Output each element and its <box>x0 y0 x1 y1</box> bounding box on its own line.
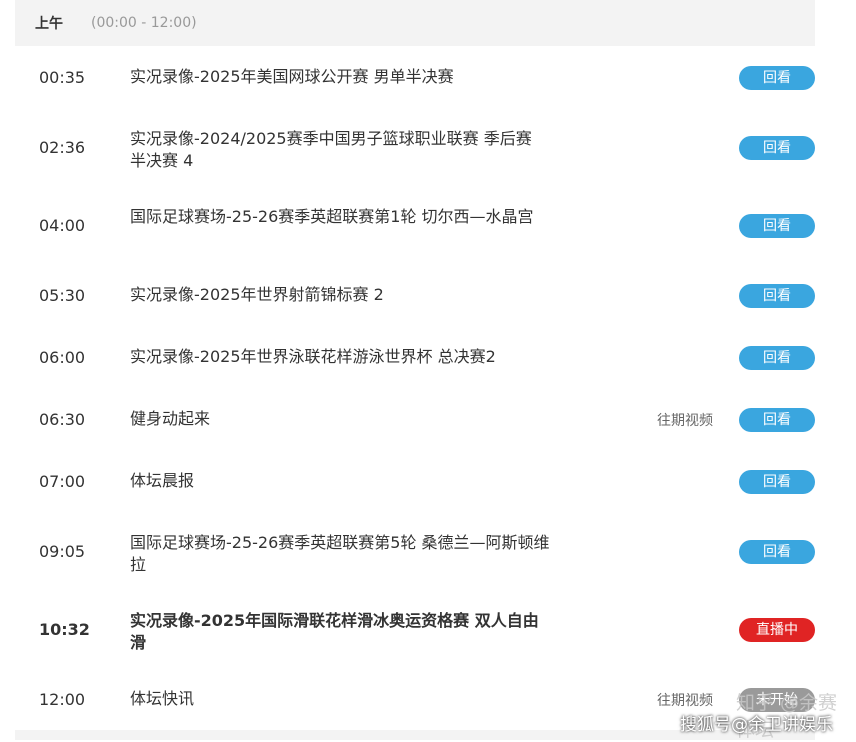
program-title[interactable]: 健身动起来 <box>130 408 550 430</box>
sohu-watermark: 搜狐号@余卫讲娱乐 <box>680 715 833 735</box>
replay-button[interactable]: 回看 <box>739 408 815 432</box>
replay-button[interactable]: 回看 <box>739 346 815 370</box>
period-label: 上午 <box>35 16 63 32</box>
program-time: 12:00 <box>39 690 86 709</box>
program-time: 02:36 <box>39 138 86 157</box>
program-title[interactable]: 实况录像-2025年国际滑联花样滑冰奥运资格赛 双人自由滑 <box>130 610 550 654</box>
program-title[interactable]: 国际足球赛场-25-26赛季英超联赛第5轮 桑德兰—阿斯顿维拉 <box>130 532 550 576</box>
program-title[interactable]: 实况录像-2025年世界泳联花样游泳世界杯 总决赛2 <box>130 346 550 368</box>
period-range: (00:00 - 12:00) <box>91 15 197 31</box>
program-title[interactable]: 实况录像-2025年美国网球公开赛 男单半决赛 <box>130 66 550 88</box>
replay-button[interactable]: 回看 <box>739 284 815 308</box>
period-header: 上午 (00:00 - 12:00) <box>15 0 815 46</box>
program-title[interactable]: 体坛快讯 <box>130 688 550 710</box>
replay-button[interactable]: 回看 <box>739 136 815 160</box>
program-time: 05:30 <box>39 286 86 305</box>
program-title[interactable]: 国际足球赛场-25-26赛季英超联赛第1轮 切尔西—水晶宫 <box>130 206 550 228</box>
live-button[interactable]: 直播中 <box>739 618 815 642</box>
replay-button[interactable]: 回看 <box>739 470 815 494</box>
program-time: 06:30 <box>39 410 86 429</box>
program-time: 10:32 <box>39 620 90 639</box>
replay-button[interactable]: 回看 <box>739 540 815 564</box>
program-time: 07:00 <box>39 472 86 491</box>
past-videos-link[interactable]: 往期视频 <box>657 410 713 430</box>
program-title[interactable]: 体坛晨报 <box>130 470 550 492</box>
program-time: 04:00 <box>39 216 86 235</box>
replay-button[interactable]: 回看 <box>739 214 815 238</box>
program-title[interactable]: 实况录像-2024/2025赛季中国男子篮球职业联赛 季后赛 半决赛 4 <box>130 128 550 172</box>
program-time: 09:05 <box>39 542 86 561</box>
program-title[interactable]: 实况录像-2025年世界射箭锦标赛 2 <box>130 284 550 306</box>
replay-button[interactable]: 回看 <box>739 66 815 90</box>
program-time: 00:35 <box>39 68 86 87</box>
past-videos-link[interactable]: 往期视频 <box>657 690 713 710</box>
program-time: 06:00 <box>39 348 86 367</box>
